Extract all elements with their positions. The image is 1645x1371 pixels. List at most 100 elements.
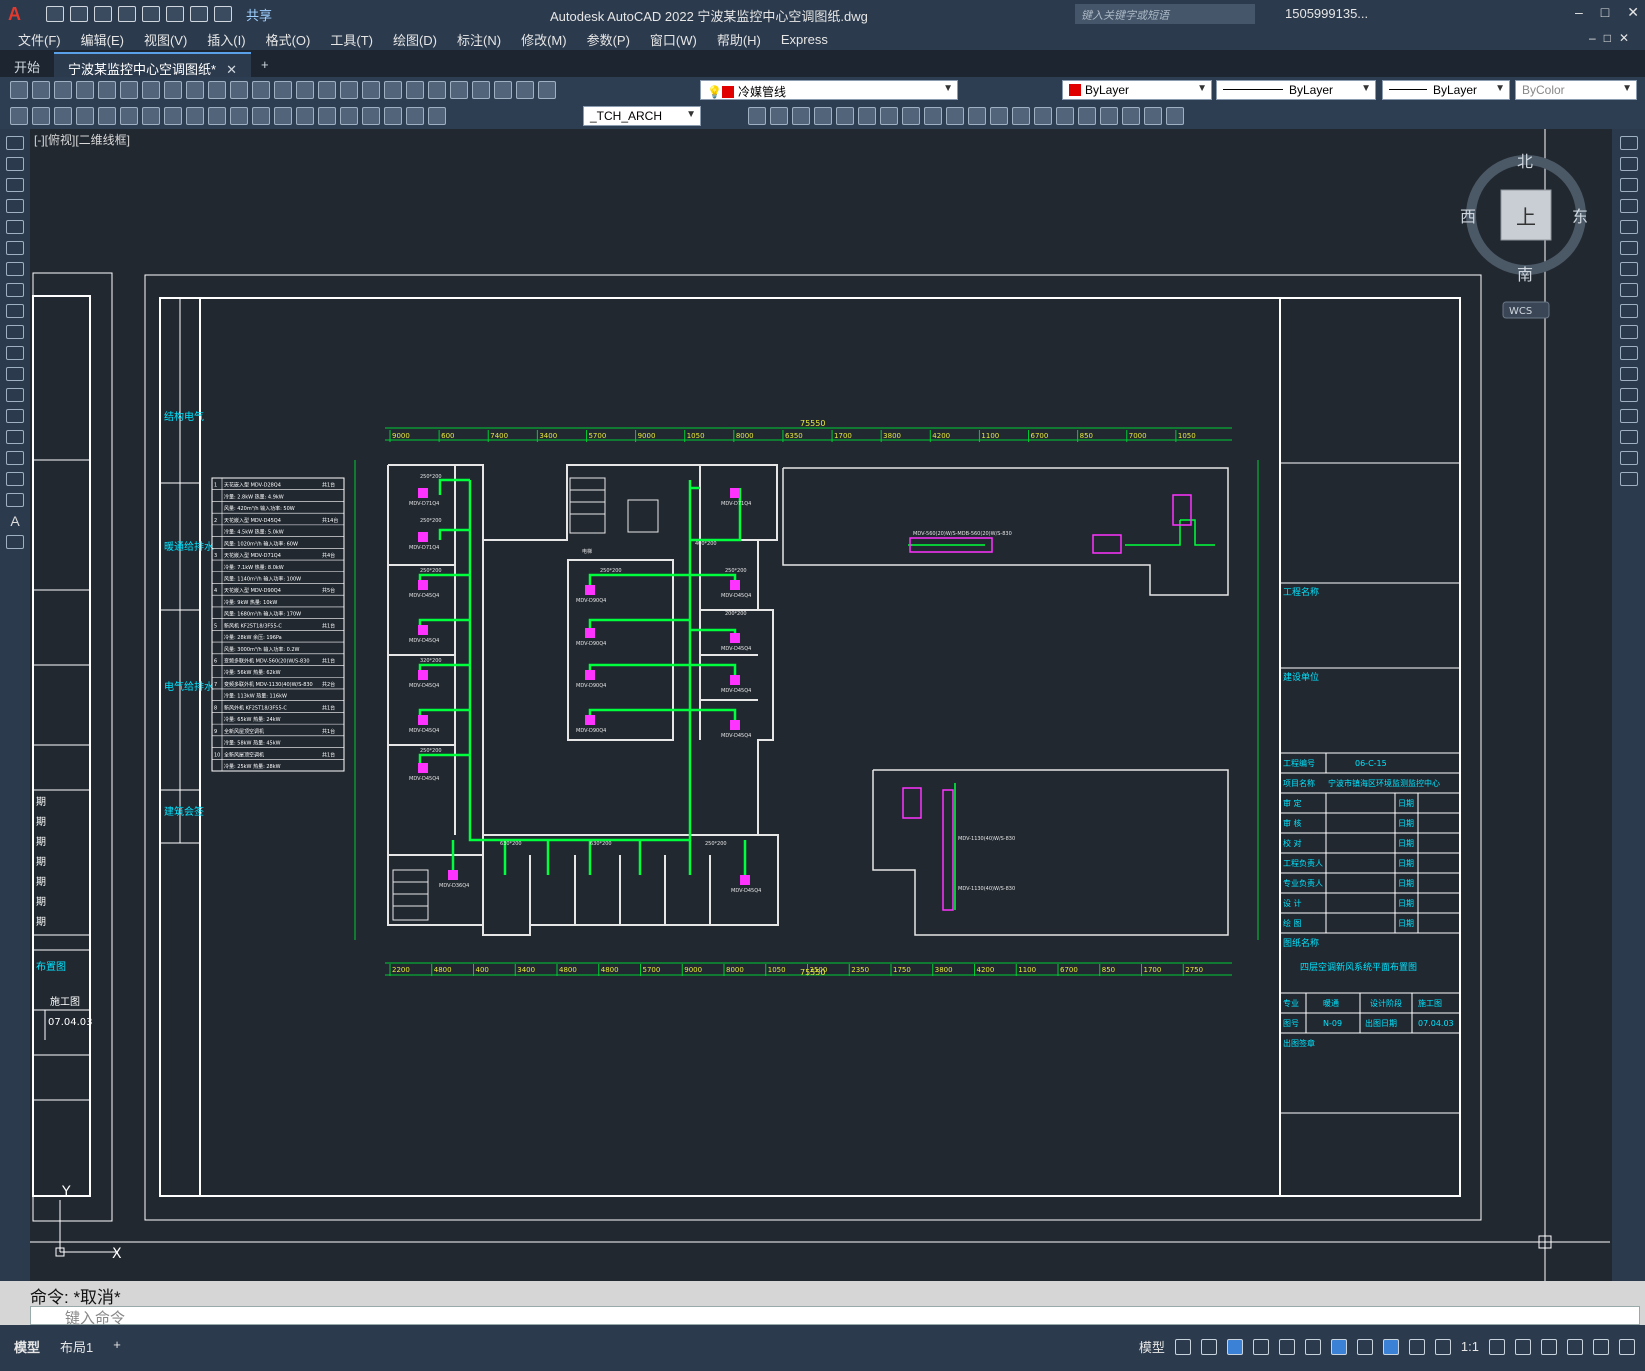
save-as-icon[interactable] (118, 6, 136, 22)
dim-text-edit-icon[interactable] (406, 107, 424, 125)
rectangle-icon[interactable] (6, 220, 24, 234)
compass-south[interactable]: 南 (1517, 265, 1533, 284)
markup-icon[interactable] (450, 81, 468, 99)
auto-scale-icon[interactable] (1408, 1338, 1425, 1355)
menu-express[interactable]: Express (771, 32, 838, 47)
move-icon[interactable] (836, 107, 854, 125)
mirror-icon[interactable] (1619, 178, 1638, 192)
break-icon[interactable] (968, 107, 986, 125)
polygon-icon[interactable] (6, 199, 24, 213)
object-snap-icon[interactable] (1330, 1338, 1347, 1355)
move-icon[interactable] (1619, 241, 1638, 255)
array-icon[interactable] (814, 107, 832, 125)
new-tab-button[interactable]: + (251, 52, 279, 77)
block-icon[interactable] (1100, 107, 1118, 125)
construction-line-icon[interactable] (6, 157, 24, 171)
fillet-icon[interactable] (1619, 430, 1638, 444)
trim-icon[interactable] (1619, 325, 1638, 339)
pan-icon[interactable] (274, 81, 292, 99)
jogged-linear-icon[interactable] (362, 107, 380, 125)
add-selected-icon[interactable] (6, 535, 24, 549)
copy-object-icon[interactable] (748, 107, 766, 125)
ortho-icon[interactable] (1226, 1338, 1243, 1355)
compass-east[interactable]: 东 (1572, 207, 1588, 226)
lineweight-icon[interactable] (1356, 1338, 1373, 1355)
inspect-icon[interactable] (340, 107, 358, 125)
publish-icon[interactable] (142, 6, 160, 22)
new-icon[interactable] (10, 81, 28, 99)
zoom-window-icon[interactable] (318, 81, 336, 99)
share-button[interactable]: 共享 (246, 5, 272, 24)
menu-edit[interactable]: 编辑(E) (71, 30, 134, 49)
center-mark-icon[interactable] (318, 107, 336, 125)
hatch-icon[interactable] (6, 430, 24, 444)
break-icon[interactable] (1619, 367, 1638, 381)
dim-update-icon[interactable] (428, 107, 446, 125)
undo-icon[interactable] (230, 81, 248, 99)
polar-icon[interactable] (1252, 1338, 1269, 1355)
lineweight-dropdown[interactable]: ByLayer ▼ (1382, 80, 1510, 100)
menu-format[interactable]: 格式(O) (256, 30, 321, 49)
compass-west[interactable]: 西 (1460, 207, 1476, 226)
dim-radius-icon[interactable] (98, 107, 116, 125)
open-icon[interactable] (32, 81, 50, 99)
annotation-monitor-icon[interactable] (1515, 1338, 1531, 1355)
tool-palettes-icon[interactable] (406, 81, 424, 99)
menu-draw[interactable]: 绘图(D) (383, 30, 447, 49)
copy-icon[interactable] (1619, 157, 1638, 171)
color-dropdown[interactable]: ByLayer ▼ (1062, 80, 1212, 100)
customization-menu-icon[interactable] (1619, 1338, 1635, 1355)
extend-icon[interactable] (946, 107, 964, 125)
quick-dim-icon[interactable] (186, 107, 204, 125)
trim-icon[interactable] (924, 107, 942, 125)
mirror-icon[interactable] (770, 107, 788, 125)
save-icon[interactable] (94, 6, 112, 22)
dim-baseline-icon[interactable] (208, 107, 226, 125)
explode-icon[interactable] (1619, 472, 1638, 486)
close-icon[interactable]: ✕ (1627, 4, 1639, 21)
snap-icon[interactable] (1200, 1338, 1217, 1355)
stretch-icon[interactable] (902, 107, 920, 125)
menu-insert[interactable]: 插入(I) (197, 30, 255, 49)
isolate-objects-icon[interactable] (1541, 1338, 1557, 1355)
menu-modify[interactable]: 修改(M) (511, 30, 577, 49)
textstyle-dropdown[interactable]: _TCH_ARCH ▼ (583, 106, 701, 126)
viewcube[interactable]: 上 北 南 东 西 WCS (1460, 152, 1588, 319)
search-input[interactable]: 键入关键字或短语 (1075, 4, 1255, 24)
join-icon[interactable] (1619, 388, 1638, 402)
dim-diameter-icon[interactable] (142, 107, 160, 125)
close-tab-icon[interactable]: ✕ (226, 62, 237, 77)
tab-model[interactable]: 模型 (14, 1337, 40, 1356)
scale-icon[interactable] (880, 107, 898, 125)
make-block-icon[interactable] (6, 388, 24, 402)
dim-break-icon[interactable] (274, 107, 292, 125)
circle-icon[interactable] (6, 262, 24, 276)
object-snap-tracking-icon[interactable] (1304, 1338, 1321, 1355)
isodraft-icon[interactable] (1278, 1338, 1295, 1355)
viewcube-top-face[interactable]: 上 (1516, 205, 1536, 229)
undo-icon[interactable] (190, 6, 208, 22)
annotation-scale-icon[interactable] (1434, 1338, 1451, 1355)
chamfer-icon[interactable] (1012, 107, 1030, 125)
save-icon[interactable] (54, 81, 72, 99)
publish-icon[interactable] (120, 81, 138, 99)
dim-space-icon[interactable] (252, 107, 270, 125)
redo-icon[interactable] (252, 81, 270, 99)
dim-angular-icon[interactable] (164, 107, 182, 125)
sheet-set-icon[interactable] (428, 81, 446, 99)
minimize-icon[interactable]: – (1575, 4, 1583, 21)
menu-view[interactable]: 视图(V) (134, 30, 197, 49)
scale-icon[interactable] (1619, 283, 1638, 297)
table-icon[interactable] (6, 493, 24, 507)
dim-continue-icon[interactable] (230, 107, 248, 125)
user-account[interactable]: 1505999135... (1285, 6, 1368, 21)
zoom-icon[interactable] (296, 81, 314, 99)
drawing-canvas[interactable]: 期 期 期 期 期 期 期 布置图 施工图 07.04.03 结构 电气 暖通 … (30, 129, 1610, 1281)
stretch-icon[interactable] (1619, 304, 1638, 318)
dim-jogged-icon[interactable] (120, 107, 138, 125)
line-icon[interactable] (6, 136, 24, 150)
fillet-icon[interactable] (1034, 107, 1052, 125)
workspace-gear-icon[interactable] (1489, 1338, 1505, 1355)
insert-block-icon[interactable] (6, 367, 24, 381)
mtext-icon[interactable]: A (6, 514, 24, 528)
